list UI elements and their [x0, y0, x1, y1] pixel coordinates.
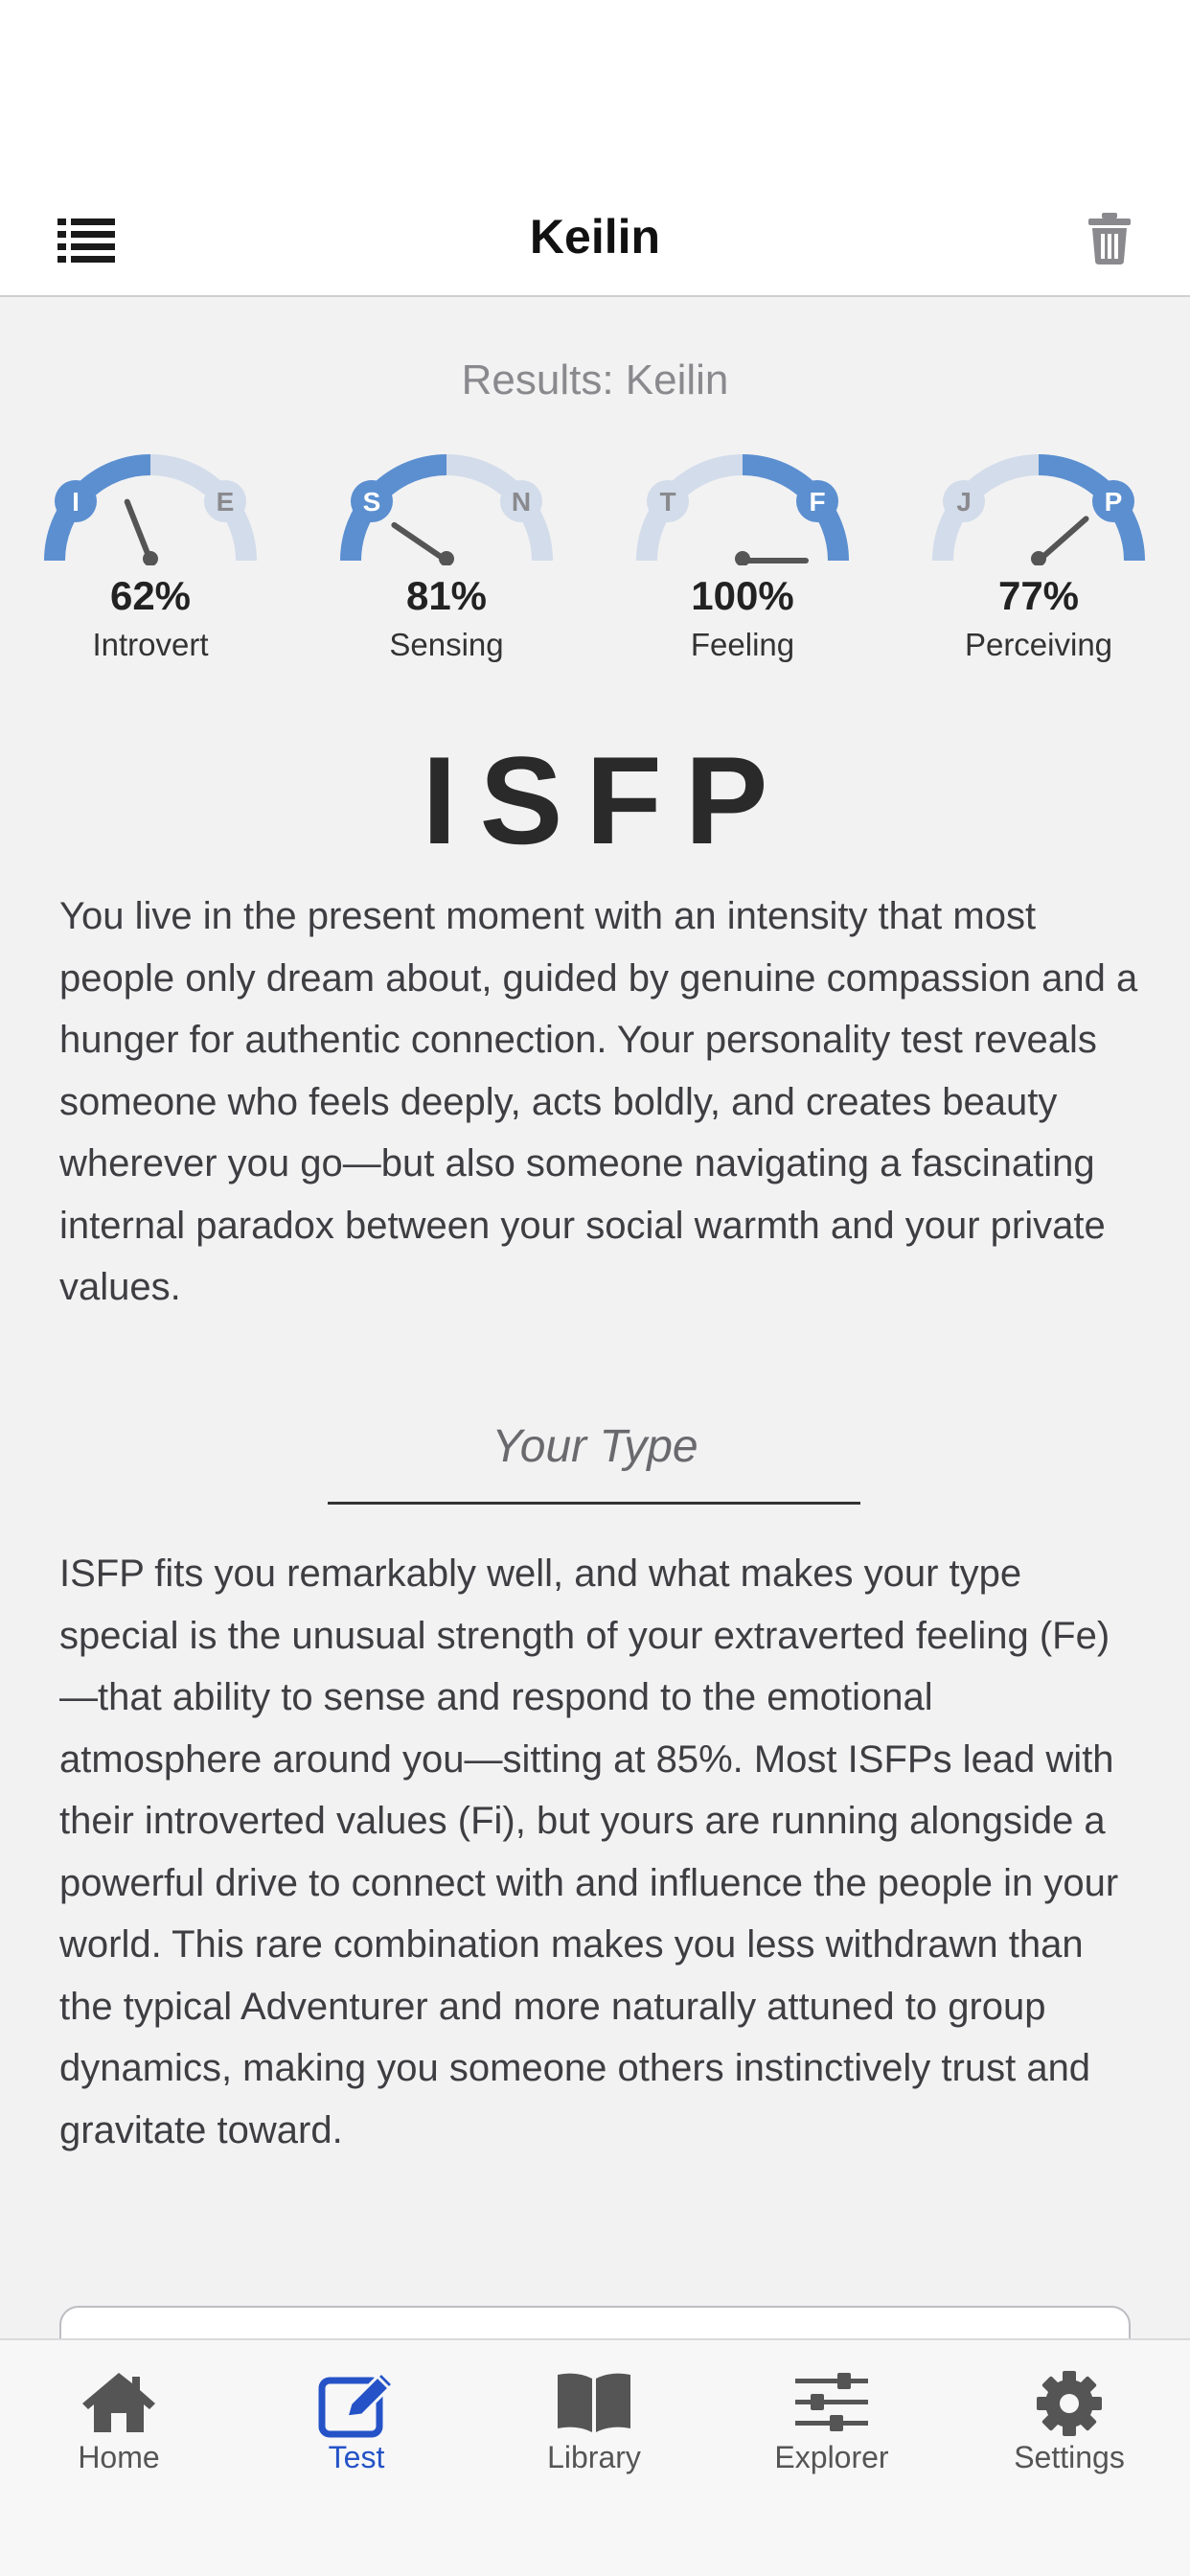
gauge-needle: [391, 521, 449, 564]
sliders-icon: [795, 2373, 868, 2431]
section-body: ISFP fits you remarkably well, and what …: [59, 1552, 1119, 2151]
gauge-letter: T: [659, 487, 675, 517]
tab-label: Explorer: [774, 2440, 889, 2474]
gauge-perceiving: JP 77% Perceiving: [928, 450, 1149, 671]
tab-explorer[interactable]: Explorer: [736, 2340, 927, 2484]
tab-label: Settings: [1014, 2440, 1125, 2474]
status-bar: [0, 0, 1190, 192]
gauge-feeling: TF 100% Feeling: [632, 450, 853, 671]
gauge-label: Feeling: [690, 627, 795, 662]
gauge-needle: [124, 498, 153, 564]
intro-text: You live in the present moment with an i…: [59, 895, 1138, 1308]
gauge-letter: E: [217, 487, 235, 517]
gauge-hub: [735, 551, 750, 565]
tab-label: Home: [78, 2440, 160, 2474]
gauge-percent: 62%: [109, 573, 192, 618]
gauge-dial: IE: [44, 454, 257, 565]
gauge-letter: I: [72, 487, 80, 517]
gauge-label: Sensing: [389, 627, 504, 662]
type-code: ISFP: [422, 730, 791, 870]
nav-bar: Keilin: [0, 192, 1190, 297]
gauge-percent: 100%: [691, 573, 794, 618]
home-icon: [82, 2373, 155, 2432]
gear-icon: [1037, 2371, 1102, 2436]
gauge-percent: 81%: [405, 573, 488, 618]
gauge-dial: SN: [340, 454, 553, 565]
gauge-dial: JP: [932, 454, 1145, 565]
gauge-letter: S: [363, 487, 381, 517]
trash-icon[interactable]: [1088, 213, 1131, 264]
gauge-label: Introvert: [92, 627, 209, 662]
pencil-square-icon: [318, 2370, 396, 2438]
section-title: Your Type: [492, 1421, 698, 1472]
tab-library[interactable]: Library: [498, 2340, 690, 2484]
gauge-label: Perceiving: [964, 627, 1113, 662]
section-divider: [328, 1502, 860, 1505]
gauge-letter: N: [512, 487, 531, 517]
gauge-needle: [1036, 516, 1089, 564]
gauge-letter: F: [809, 487, 825, 517]
tab-test[interactable]: Test: [261, 2340, 452, 2484]
tab-bar: Home Test Library Explorer Settings: [0, 2338, 1190, 2576]
book-icon: [558, 2373, 630, 2432]
tab-label: Test: [328, 2440, 385, 2474]
nav-title: Keilin: [529, 210, 661, 264]
gauge-letter: J: [956, 487, 972, 517]
gauge-sensing: SN 81% Sensing: [336, 450, 557, 671]
tab-home[interactable]: Home: [23, 2340, 215, 2484]
gauge-dial: TF: [636, 454, 849, 565]
results-title: Results: Keilin: [461, 356, 729, 403]
tab-label: Library: [547, 2440, 641, 2474]
gauge-hub: [439, 551, 454, 565]
gauge-percent: 77%: [997, 573, 1080, 618]
tab-settings[interactable]: Settings: [973, 2340, 1165, 2484]
gauge-introvert: IE 62% Introvert: [40, 450, 261, 671]
gauge-letter: P: [1105, 487, 1123, 517]
